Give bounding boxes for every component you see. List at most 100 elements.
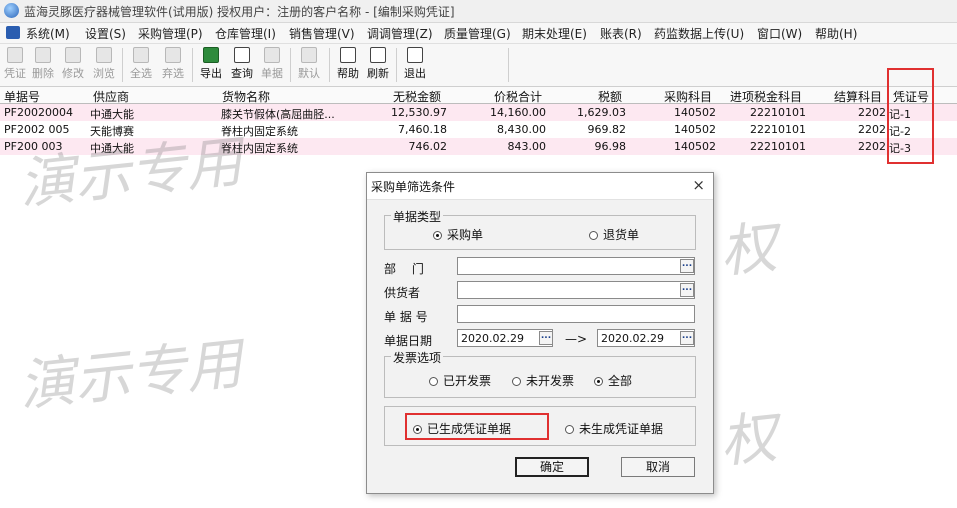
excel-icon	[203, 47, 219, 63]
window-title: 蓝海灵豚医疗器械管理软件(试用版) 授权用户：注册的客户名称 - [编制采购凭证…	[24, 5, 455, 19]
browse-label: 浏览	[93, 67, 115, 80]
menu-purchase[interactable]: 采购管理(P)	[138, 25, 203, 42]
toolbar-separator	[192, 48, 193, 82]
menu-transfer[interactable]: 调调管理(Z)	[367, 25, 433, 42]
grid-header: 单据号 供应商 货物名称 无税金额 价税合计 税额 采购科目 进项税金科目 结算…	[0, 87, 957, 104]
deselect-label: 弃选	[162, 67, 184, 80]
menu-upload[interactable]: 药监数据上传(U)	[654, 25, 744, 42]
delete-button[interactable]: 删除	[28, 46, 58, 84]
supplier-input[interactable]	[457, 281, 695, 299]
radio-dot	[589, 231, 598, 240]
table-row[interactable]: PF2002 005 天能博赛 脊柱内固定系统 7,460.18 8,430.0…	[0, 121, 957, 138]
radio-purchase[interactable]: 采购单	[433, 226, 483, 243]
docno-input[interactable]	[457, 305, 695, 323]
cancel-button[interactable]: 取消	[621, 457, 695, 477]
menu-help[interactable]: 帮助(H)	[815, 25, 857, 42]
refresh-label: 刷新	[367, 67, 389, 80]
cell-goods: 脊柱内固定系统	[221, 142, 298, 155]
cell-supplier: 中通大能	[90, 108, 134, 121]
watermark-text: 权	[717, 405, 780, 476]
column-header[interactable]: 价税合计	[494, 88, 542, 105]
toolbar-separator	[396, 48, 397, 82]
select-all-button[interactable]: 全选	[126, 46, 156, 84]
cell-total: 14,160.00	[490, 106, 546, 119]
voucher-icon	[7, 47, 23, 63]
column-header[interactable]: 税额	[598, 88, 622, 105]
invoice-legend: 发票选项	[391, 349, 444, 366]
column-header[interactable]: 货物名称	[222, 88, 270, 105]
radio-invoiced[interactable]: 已开发票	[429, 372, 491, 389]
table-row[interactable]: PF200 003 中通大能 脊柱内固定系统 746.02 843.00 96.…	[0, 138, 957, 155]
voucher-label: 凭证	[4, 67, 26, 80]
menu-settings[interactable]: 设置(S)	[85, 25, 126, 42]
help-label: 帮助	[337, 67, 359, 80]
toolbar-separator	[329, 48, 330, 82]
document-label: 单据	[261, 67, 283, 80]
column-header[interactable]: 单据号	[4, 88, 40, 105]
cell-total: 843.00	[507, 140, 547, 153]
cell-tax-account: 22210101	[750, 123, 806, 136]
radio-dot	[565, 425, 574, 434]
cell-docno: PF2002 005	[4, 123, 70, 136]
deselect-button[interactable]: 弃选	[158, 46, 188, 84]
toolbar: 凭证 删除 修改 浏览 全选 弃选 导出 查询 单据 默认 帮助 刷新 退出	[0, 44, 957, 87]
toolbar-separator	[508, 48, 509, 82]
radio-voucher-not-generated[interactable]: 未生成凭证单据	[565, 420, 663, 437]
refresh-button[interactable]: 刷新	[363, 46, 393, 84]
ok-button[interactable]: 确定	[515, 457, 589, 477]
column-header[interactable]: 采购科目	[664, 88, 712, 105]
cell-settle-account: 2202	[858, 123, 886, 136]
query-label: 查询	[231, 67, 253, 80]
cell-goods: 膝关节假体(高屈曲胫...	[221, 108, 335, 121]
radio-invoice-all[interactable]: 全部	[594, 372, 632, 389]
date-from-picker-button[interactable]: ...	[539, 331, 553, 345]
edit-button[interactable]: 修改	[58, 46, 88, 84]
watermark-text: 演示专用	[15, 331, 246, 420]
date-to-picker-button[interactable]: ...	[680, 331, 694, 345]
menu-warehouse[interactable]: 仓库管理(I)	[215, 25, 276, 42]
menu-window[interactable]: 窗口(W)	[757, 25, 802, 42]
table-row[interactable]: PF20020004 中通大能 膝关节假体(高屈曲胫... 12,530.97 …	[0, 104, 957, 121]
export-button[interactable]: 导出	[196, 46, 226, 84]
dept-input[interactable]	[457, 257, 695, 275]
radio-not-invoiced[interactable]: 未开发票	[512, 372, 574, 389]
default-button[interactable]: 默认	[294, 46, 324, 84]
column-header[interactable]: 供应商	[93, 88, 129, 105]
cell-docno: PF20020004	[4, 106, 73, 119]
select-all-icon	[133, 47, 149, 63]
edit-label: 修改	[62, 67, 84, 80]
menu-sales[interactable]: 销售管理(V)	[289, 25, 355, 42]
radio-dot	[429, 377, 438, 386]
date-range-arrow: —>	[565, 332, 588, 346]
radio-return[interactable]: 退货单	[589, 226, 639, 243]
exit-button[interactable]: 退出	[400, 46, 430, 84]
close-icon[interactable]: ×	[692, 176, 705, 194]
menu-period-end[interactable]: 期末处理(E)	[522, 25, 587, 42]
document-button[interactable]: 单据	[257, 46, 287, 84]
radio-dot	[433, 231, 442, 240]
column-header[interactable]: 进项税金科目	[730, 88, 802, 105]
radio-label: 未开发票	[526, 374, 575, 388]
radio-label: 已开发票	[443, 374, 492, 388]
dept-lookup-button[interactable]: ...	[680, 259, 694, 273]
browse-button[interactable]: 浏览	[89, 46, 119, 84]
delete-icon	[35, 47, 51, 63]
radio-label: 全部	[608, 374, 633, 388]
export-label: 导出	[200, 67, 222, 80]
toolbar-separator	[122, 48, 123, 82]
voucher-button[interactable]: 凭证	[0, 46, 30, 84]
menubar: 系统(M) 设置(S) 采购管理(P) 仓库管理(I) 销售管理(V) 调调管理…	[0, 23, 957, 44]
cell-supplier: 天能博赛	[90, 125, 134, 138]
query-button[interactable]: 查询	[227, 46, 257, 84]
column-header[interactable]: 无税金额	[393, 88, 441, 105]
menu-quality[interactable]: 质量管理(G)	[444, 25, 511, 42]
radio-label: 未生成凭证单据	[579, 422, 664, 436]
radio-label: 采购单	[447, 228, 484, 242]
column-header[interactable]: 结算科目	[834, 88, 882, 105]
supplier-lookup-button[interactable]: ...	[680, 283, 694, 297]
help-icon	[340, 47, 356, 63]
menu-reports[interactable]: 账表(R)	[600, 25, 642, 42]
menu-system[interactable]: 系统(M)	[26, 25, 70, 42]
filter-dialog: 采购单筛选条件 × 单据类型 采购单 退货单 部 门 ... 供货者 ... 单…	[366, 172, 714, 494]
help-button[interactable]: 帮助	[333, 46, 363, 84]
